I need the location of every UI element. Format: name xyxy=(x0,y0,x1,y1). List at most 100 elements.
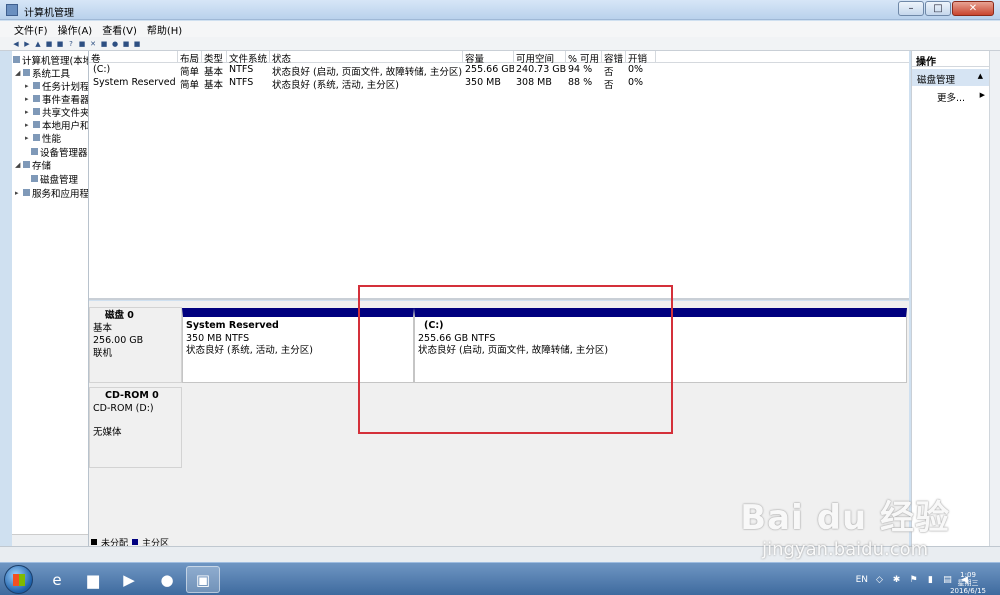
expand-icon[interactable]: ▸ xyxy=(25,121,31,129)
table-row[interactable]: System Reserved 简单 基本 NTFS 状态良好 (系统, 活动,… xyxy=(89,77,909,91)
column-filesystem[interactable]: 文件系统 xyxy=(227,51,270,65)
clock-day: 星期三 xyxy=(957,579,979,587)
table-row[interactable]: (C:) 简单 基本 NTFS 状态良好 (启动, 页面文件, 故障转储, 主分… xyxy=(89,64,909,78)
disk-0-size: 256.00 GB xyxy=(93,335,144,346)
tree-item-services[interactable]: ▸ 服务和应用程序 xyxy=(15,186,88,200)
cell-capacity: 255.66 GB xyxy=(465,64,514,75)
actions-header: 操作 xyxy=(912,51,989,68)
cell-filesystem: NTFS xyxy=(229,77,254,88)
tree-item-task-scheduler[interactable]: ▸ 任务计划程序 xyxy=(25,79,88,93)
more-actions[interactable]: 更多... ▶ xyxy=(912,86,989,104)
tree-item-local-users[interactable]: ▸ 本地用户和组 xyxy=(25,118,88,132)
tree-item-device-manager[interactable]: 设备管理器 xyxy=(31,145,88,159)
expand-icon[interactable]: ▸ xyxy=(25,82,31,90)
menu-view[interactable]: 查看(V) xyxy=(102,22,137,37)
cell-overhead: 0% xyxy=(628,64,644,75)
column-free-space[interactable]: 可用空间 xyxy=(514,51,566,65)
internet-explorer-icon[interactable]: e xyxy=(40,566,74,593)
storage-icon xyxy=(23,161,30,168)
refresh-icon[interactable]: ■ xyxy=(122,40,130,48)
column-fault-tolerance[interactable]: 容错 xyxy=(602,51,626,65)
menu-help[interactable]: 帮助(H) xyxy=(147,22,182,37)
cell-status: 状态良好 (启动, 页面文件, 故障转储, 主分区) xyxy=(272,67,463,78)
flag-icon[interactable]: ⚑ xyxy=(908,574,919,585)
disk-legend: 未分配 主分区 xyxy=(91,538,169,546)
expand-icon[interactable]: ▸ xyxy=(25,134,31,142)
up-icon[interactable]: ▲ xyxy=(34,40,42,48)
tree-item-performance[interactable]: ▸ 性能 xyxy=(25,131,61,145)
column-type[interactable]: 类型 xyxy=(202,51,227,65)
collapse-icon[interactable]: ◢ xyxy=(15,161,21,169)
keyboard-icon[interactable]: ◇ xyxy=(874,574,885,585)
tree-item-event-viewer[interactable]: ▸ 事件查看器 xyxy=(25,92,88,106)
watermark-url: jingyan.baidu.com xyxy=(762,539,929,560)
menu-file[interactable]: 文件(F) xyxy=(14,22,48,37)
collapse-icon[interactable]: ◢ xyxy=(15,69,21,77)
cdrom-0-label[interactable]: CD-ROM 0 CD-ROM (D:) 无媒体 xyxy=(89,387,182,468)
column-percent-free[interactable]: % 可用 xyxy=(566,51,602,65)
forward-icon[interactable]: ▶ xyxy=(23,40,31,48)
explorer-folder-icon[interactable]: ▆ xyxy=(76,566,110,593)
cell-status: 状态良好 (系统, 活动, 主分区) xyxy=(272,80,400,91)
tree-item-system-tools[interactable]: ◢ 系统工具 xyxy=(15,66,70,80)
tree-item-disk-management[interactable]: 磁盘管理 xyxy=(31,172,78,186)
close-button[interactable]: ✕ xyxy=(952,1,994,16)
highlight-box xyxy=(358,285,673,434)
cell-layout: 简单 xyxy=(180,80,200,91)
settings-icon[interactable]: ✱ xyxy=(891,574,902,585)
column-capacity[interactable]: 容量 xyxy=(463,51,514,65)
media-player-icon[interactable]: ▶ xyxy=(112,566,146,593)
open-icon[interactable]: ■ xyxy=(100,40,108,48)
back-icon[interactable]: ◀ xyxy=(12,40,20,48)
cell-filesystem: NTFS xyxy=(229,64,254,75)
column-volume[interactable]: 卷 xyxy=(89,51,178,65)
search-icon[interactable]: ● xyxy=(111,40,119,48)
expand-icon[interactable]: ▸ xyxy=(25,108,31,116)
window-vertical-scrollbar[interactable] xyxy=(989,51,1000,546)
export-icon[interactable]: ■ xyxy=(133,40,141,48)
tree-item-shared-folders[interactable]: ▸ 共享文件夹 xyxy=(25,105,88,119)
properties-icon[interactable]: ■ xyxy=(56,40,64,48)
legend-primary: 主分区 xyxy=(142,538,170,547)
collapse-arrow-icon[interactable]: ▲ xyxy=(978,72,983,80)
cell-type: 基本 xyxy=(204,67,224,78)
tree-horizontal-scrollbar[interactable] xyxy=(12,534,88,546)
computer-management-icon xyxy=(6,4,18,16)
clock[interactable]: 1:09 星期三 2016/6/15 xyxy=(950,571,986,595)
battery-icon[interactable]: ▮ xyxy=(925,574,936,585)
partition-name: System Reserved xyxy=(186,320,279,331)
column-layout[interactable]: 布局 xyxy=(178,51,202,65)
window-controls: – □ ✕ xyxy=(898,1,994,16)
app-icon[interactable]: ● xyxy=(150,566,184,593)
disk-0-label[interactable]: 磁盘 0 基本 256.00 GB 联机 xyxy=(89,307,182,383)
taskbar: e ▆ ▶ ● ▣ EN ◇ ✱ ⚑ ▮ ▤ ◀ 1:09 星期三 2016/6… xyxy=(0,562,1000,595)
start-button[interactable] xyxy=(4,565,33,594)
actions-section-disk-management[interactable]: 磁盘管理 ▲ xyxy=(912,69,989,86)
legend-unallocated: 未分配 xyxy=(101,538,129,547)
tree-root[interactable]: 计算机管理(本地) xyxy=(13,53,88,67)
menu-action[interactable]: 操作(A) xyxy=(58,22,93,37)
cell-percent-free: 94 % xyxy=(568,64,593,75)
delete-icon[interactable]: ✕ xyxy=(89,40,97,48)
cell-type: 基本 xyxy=(204,80,224,91)
performance-icon xyxy=(33,134,40,141)
computer-management-task-icon[interactable]: ▣ xyxy=(186,566,220,593)
expand-icon[interactable]: ▸ xyxy=(15,189,21,197)
event-viewer-icon xyxy=(33,95,40,102)
show-tree-icon[interactable]: ■ xyxy=(45,40,53,48)
shared-folder-icon xyxy=(33,108,40,115)
window-title: 计算机管理 xyxy=(24,8,74,19)
tree-item-storage[interactable]: ◢ 存储 xyxy=(15,158,51,172)
expand-icon[interactable]: ▸ xyxy=(25,95,31,103)
help-icon[interactable]: ? xyxy=(67,40,75,48)
cdrom-0-name: CD-ROM 0 xyxy=(105,390,159,401)
minimize-button[interactable]: – xyxy=(898,1,924,16)
maximize-button[interactable]: □ xyxy=(925,1,951,16)
language-indicator[interactable]: EN xyxy=(856,575,868,585)
column-overhead[interactable]: 开销 xyxy=(626,51,656,65)
cell-volume: System Reserved xyxy=(93,77,176,88)
volume-list: 卷 布局 类型 文件系统 状态 容量 可用空间 % 可用 容错 开销 (C:) … xyxy=(89,51,909,300)
column-status[interactable]: 状态 xyxy=(270,51,463,65)
list-icon[interactable]: ■ xyxy=(78,40,86,48)
watermark-logo: Bai du 经验 xyxy=(740,498,950,538)
